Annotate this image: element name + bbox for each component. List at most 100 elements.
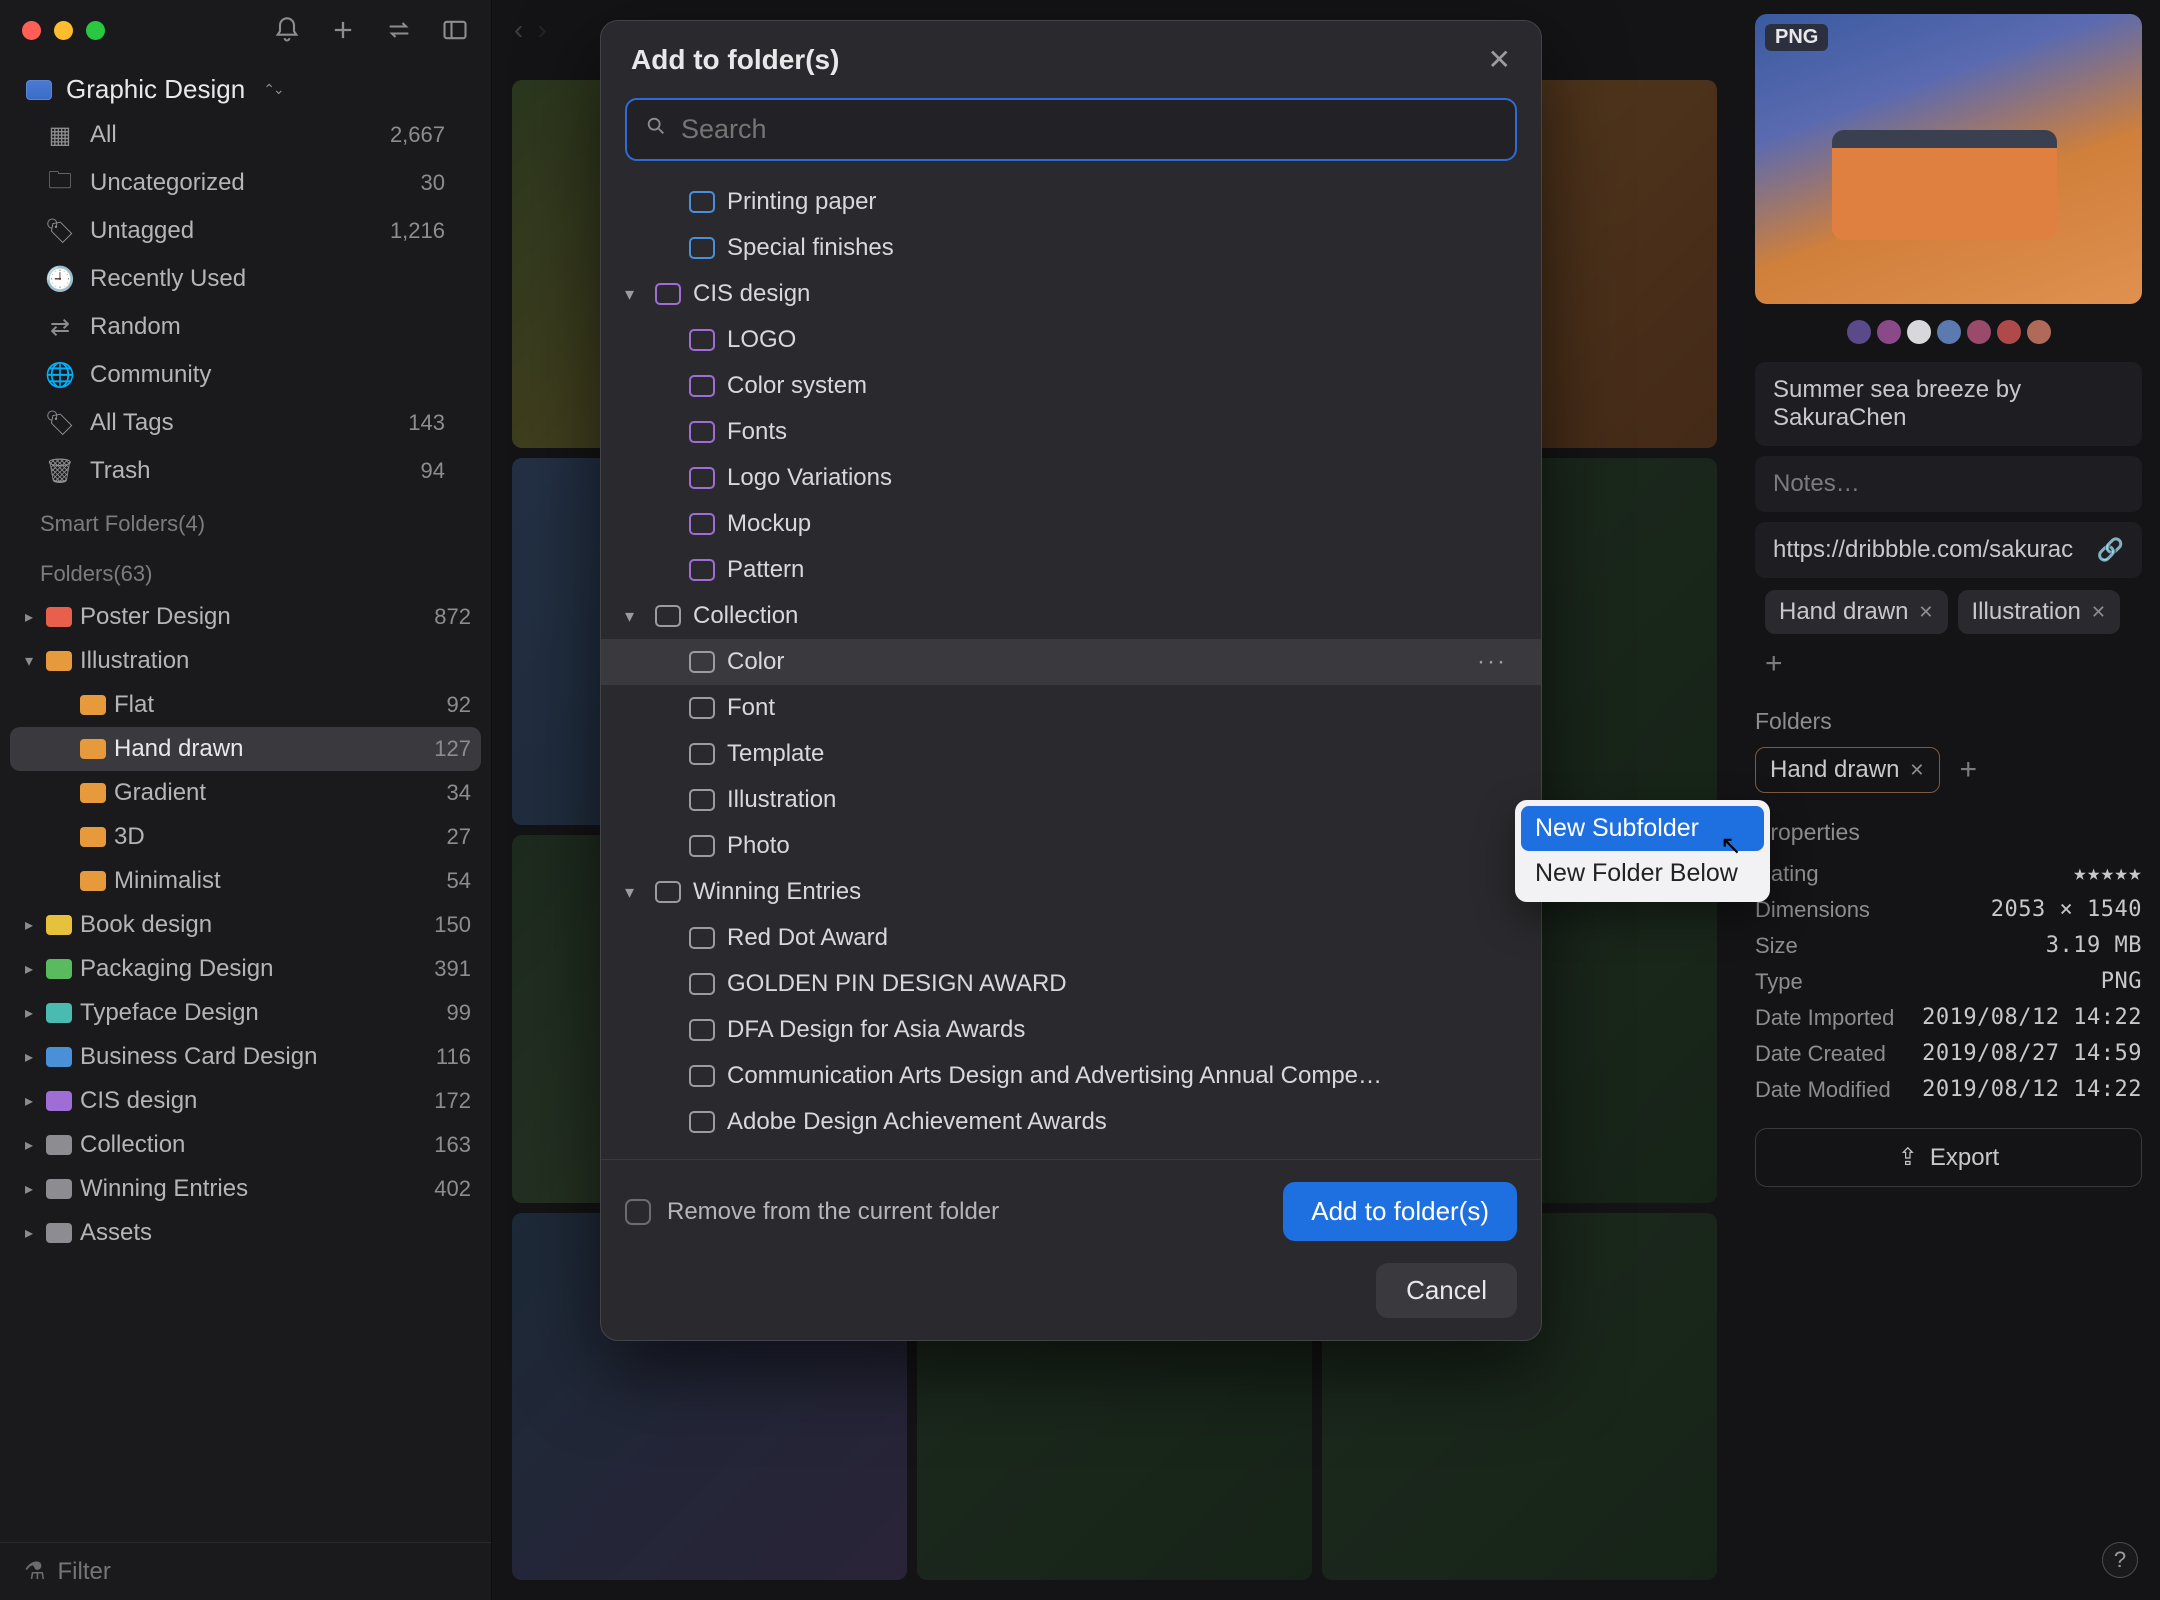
folder-hand-drawn[interactable]: Hand drawn127 (10, 727, 481, 771)
ctx-new-subfolder[interactable]: New Subfolder (1521, 806, 1764, 851)
modal-folder-font[interactable]: Font (601, 685, 1541, 731)
nav-random[interactable]: ⇄Random (10, 303, 481, 351)
maximize-window-button[interactable] (86, 21, 105, 40)
modal-folder-red-dot-award[interactable]: Red Dot Award (601, 915, 1541, 961)
folder-cis-design[interactable]: ▸CIS design172 (10, 1079, 481, 1123)
notes-field[interactable]: Notes… (1755, 456, 2142, 512)
close-window-button[interactable] (22, 21, 41, 40)
folder-3d[interactable]: 3D27 (10, 815, 481, 859)
modal-folder-color[interactable]: Color··· (601, 639, 1541, 685)
trash-icon: 🗑 (46, 457, 74, 485)
disclosure-icon[interactable]: ▸ (20, 1223, 38, 1243)
title-field[interactable]: Summer sea breeze by SakuraChen (1755, 362, 2142, 446)
modal-folder-photo[interactable]: Photo (601, 823, 1541, 869)
folder-icon (655, 283, 681, 305)
modal-folder-logo-variations[interactable]: Logo Variations (601, 455, 1541, 501)
folder-typeface-design[interactable]: ▸Typeface Design99 (10, 991, 481, 1035)
nav-all-tags[interactable]: 🏷All Tags143 (10, 399, 481, 447)
swatch[interactable] (1967, 320, 1991, 344)
folder-gradient[interactable]: Gradient34 (10, 771, 481, 815)
modal-folder-color-system[interactable]: Color system (601, 363, 1541, 409)
modal-folder-cis-design[interactable]: ▾CIS design (601, 271, 1541, 317)
folder-packaging-design[interactable]: ▸Packaging Design391 (10, 947, 481, 991)
tag-chip[interactable]: Illustration✕ (1958, 590, 2120, 634)
preview-image[interactable]: PNG (1755, 14, 2142, 304)
modal-folder-fonts[interactable]: Fonts (601, 409, 1541, 455)
disclosure-icon[interactable]: ▸ (20, 915, 38, 935)
link-icon[interactable]: 🔗 (2097, 537, 2124, 563)
disclosure-icon[interactable]: ▾ (625, 284, 634, 305)
folder-chip[interactable]: Hand drawn✕ (1755, 747, 1940, 793)
add-tag-chip[interactable]: + (1755, 646, 1793, 682)
more-icon[interactable]: ··· (1477, 648, 1507, 676)
filter-input[interactable] (58, 1558, 467, 1586)
sidebar-toggle-icon[interactable] (441, 16, 469, 44)
disclosure-icon[interactable]: ▸ (20, 607, 38, 627)
swatch[interactable] (1937, 320, 1961, 344)
modal-folder-communication-arts-design-and-advertising-annual-compe-[interactable]: Communication Arts Design and Advertisin… (601, 1053, 1541, 1099)
nav-recently-used[interactable]: 🕘Recently Used (10, 255, 481, 303)
plus-icon[interactable] (329, 16, 357, 44)
library-selector[interactable]: Graphic Design ⌃⌄ (0, 60, 491, 111)
folder-collection[interactable]: ▸Collection163 (10, 1123, 481, 1167)
disclosure-icon[interactable]: ▸ (20, 1047, 38, 1067)
modal-folder-adobe-design-achievement-awards[interactable]: Adobe Design Achievement Awards (601, 1099, 1541, 1145)
disclosure-icon[interactable]: ▾ (625, 882, 634, 903)
minimize-window-button[interactable] (54, 21, 73, 40)
modal-folder-illustration[interactable]: Illustration (601, 777, 1541, 823)
disclosure-icon[interactable]: ▾ (20, 651, 38, 671)
chip-remove-icon[interactable]: ✕ (2091, 602, 2106, 623)
modal-folder-mockup[interactable]: Mockup (601, 501, 1541, 547)
folder-business-card-design[interactable]: ▸Business Card Design116 (10, 1035, 481, 1079)
nav-untagged[interactable]: 🏷Untagged1,216 (10, 207, 481, 255)
export-button[interactable]: ⇪ Export (1755, 1128, 2142, 1187)
close-icon[interactable]: ✕ (1488, 43, 1511, 76)
folder-illustration[interactable]: ▾Illustration (10, 639, 481, 683)
swatch[interactable] (2027, 320, 2051, 344)
help-button[interactable]: ? (2102, 1542, 2138, 1578)
modal-folder-special-finishes[interactable]: Special finishes (601, 225, 1541, 271)
folder-flat[interactable]: Flat92 (10, 683, 481, 727)
folder-winning-entries[interactable]: ▸Winning Entries402 (10, 1167, 481, 1211)
url-field[interactable]: https://dribbble.com/sakurac 🔗 (1755, 522, 2142, 578)
modal-folder-winning-entries[interactable]: ▾Winning Entries (601, 869, 1541, 915)
modal-search[interactable] (625, 98, 1517, 161)
modal-folder-golden-pin-design-award[interactable]: GOLDEN PIN DESIGN AWARD (601, 961, 1541, 1007)
modal-folder-template[interactable]: Template (601, 731, 1541, 777)
confirm-button[interactable]: Add to folder(s) (1283, 1182, 1517, 1241)
search-input[interactable] (681, 114, 1497, 145)
folder-poster-design[interactable]: ▸Poster Design872 (10, 595, 481, 639)
nav-all[interactable]: ▦All2,667 (10, 111, 481, 159)
chip-remove-icon[interactable]: ✕ (1909, 760, 1924, 781)
disclosure-icon[interactable]: ▸ (20, 1003, 38, 1023)
cancel-button[interactable]: Cancel (1376, 1263, 1517, 1318)
tag-chip[interactable]: Hand drawn✕ (1765, 590, 1948, 634)
disclosure-icon[interactable]: ▾ (625, 606, 634, 627)
swatch[interactable] (1847, 320, 1871, 344)
disclosure-icon[interactable]: ▸ (20, 959, 38, 979)
chip-remove-icon[interactable]: ✕ (1918, 602, 1933, 623)
folder-book-design[interactable]: ▸Book design150 (10, 903, 481, 947)
modal-folder-pattern[interactable]: Pattern (601, 547, 1541, 593)
modal-folder-collection[interactable]: ▾Collection (601, 593, 1541, 639)
nav-uncategorized[interactable]: 🗀Uncategorized30 (10, 159, 481, 207)
bell-icon[interactable] (273, 16, 301, 44)
swatch[interactable] (1907, 320, 1931, 344)
modal-folder-logo[interactable]: LOGO (601, 317, 1541, 363)
remove-checkbox[interactable] (625, 1199, 651, 1225)
nav-trash[interactable]: 🗑Trash94 (10, 447, 481, 495)
disclosure-icon[interactable]: ▸ (20, 1135, 38, 1155)
folder-minimalist[interactable]: Minimalist54 (10, 859, 481, 903)
folder-icon (689, 835, 715, 857)
modal-folder-dfa-design-for-asia-awards[interactable]: DFA Design for Asia Awards (601, 1007, 1541, 1053)
disclosure-icon[interactable]: ▸ (20, 1091, 38, 1111)
transfer-icon[interactable] (385, 16, 413, 44)
disclosure-icon[interactable]: ▸ (20, 1179, 38, 1199)
modal-folder-printing-paper[interactable]: Printing paper (601, 179, 1541, 225)
folder-assets[interactable]: ▸Assets (10, 1211, 481, 1255)
ctx-new-folder-below[interactable]: New Folder Below (1521, 851, 1764, 896)
swatch[interactable] (1997, 320, 2021, 344)
add-folder-chip[interactable]: + (1950, 747, 1988, 793)
nav-community[interactable]: 🌐Community (10, 351, 481, 399)
swatch[interactable] (1877, 320, 1901, 344)
